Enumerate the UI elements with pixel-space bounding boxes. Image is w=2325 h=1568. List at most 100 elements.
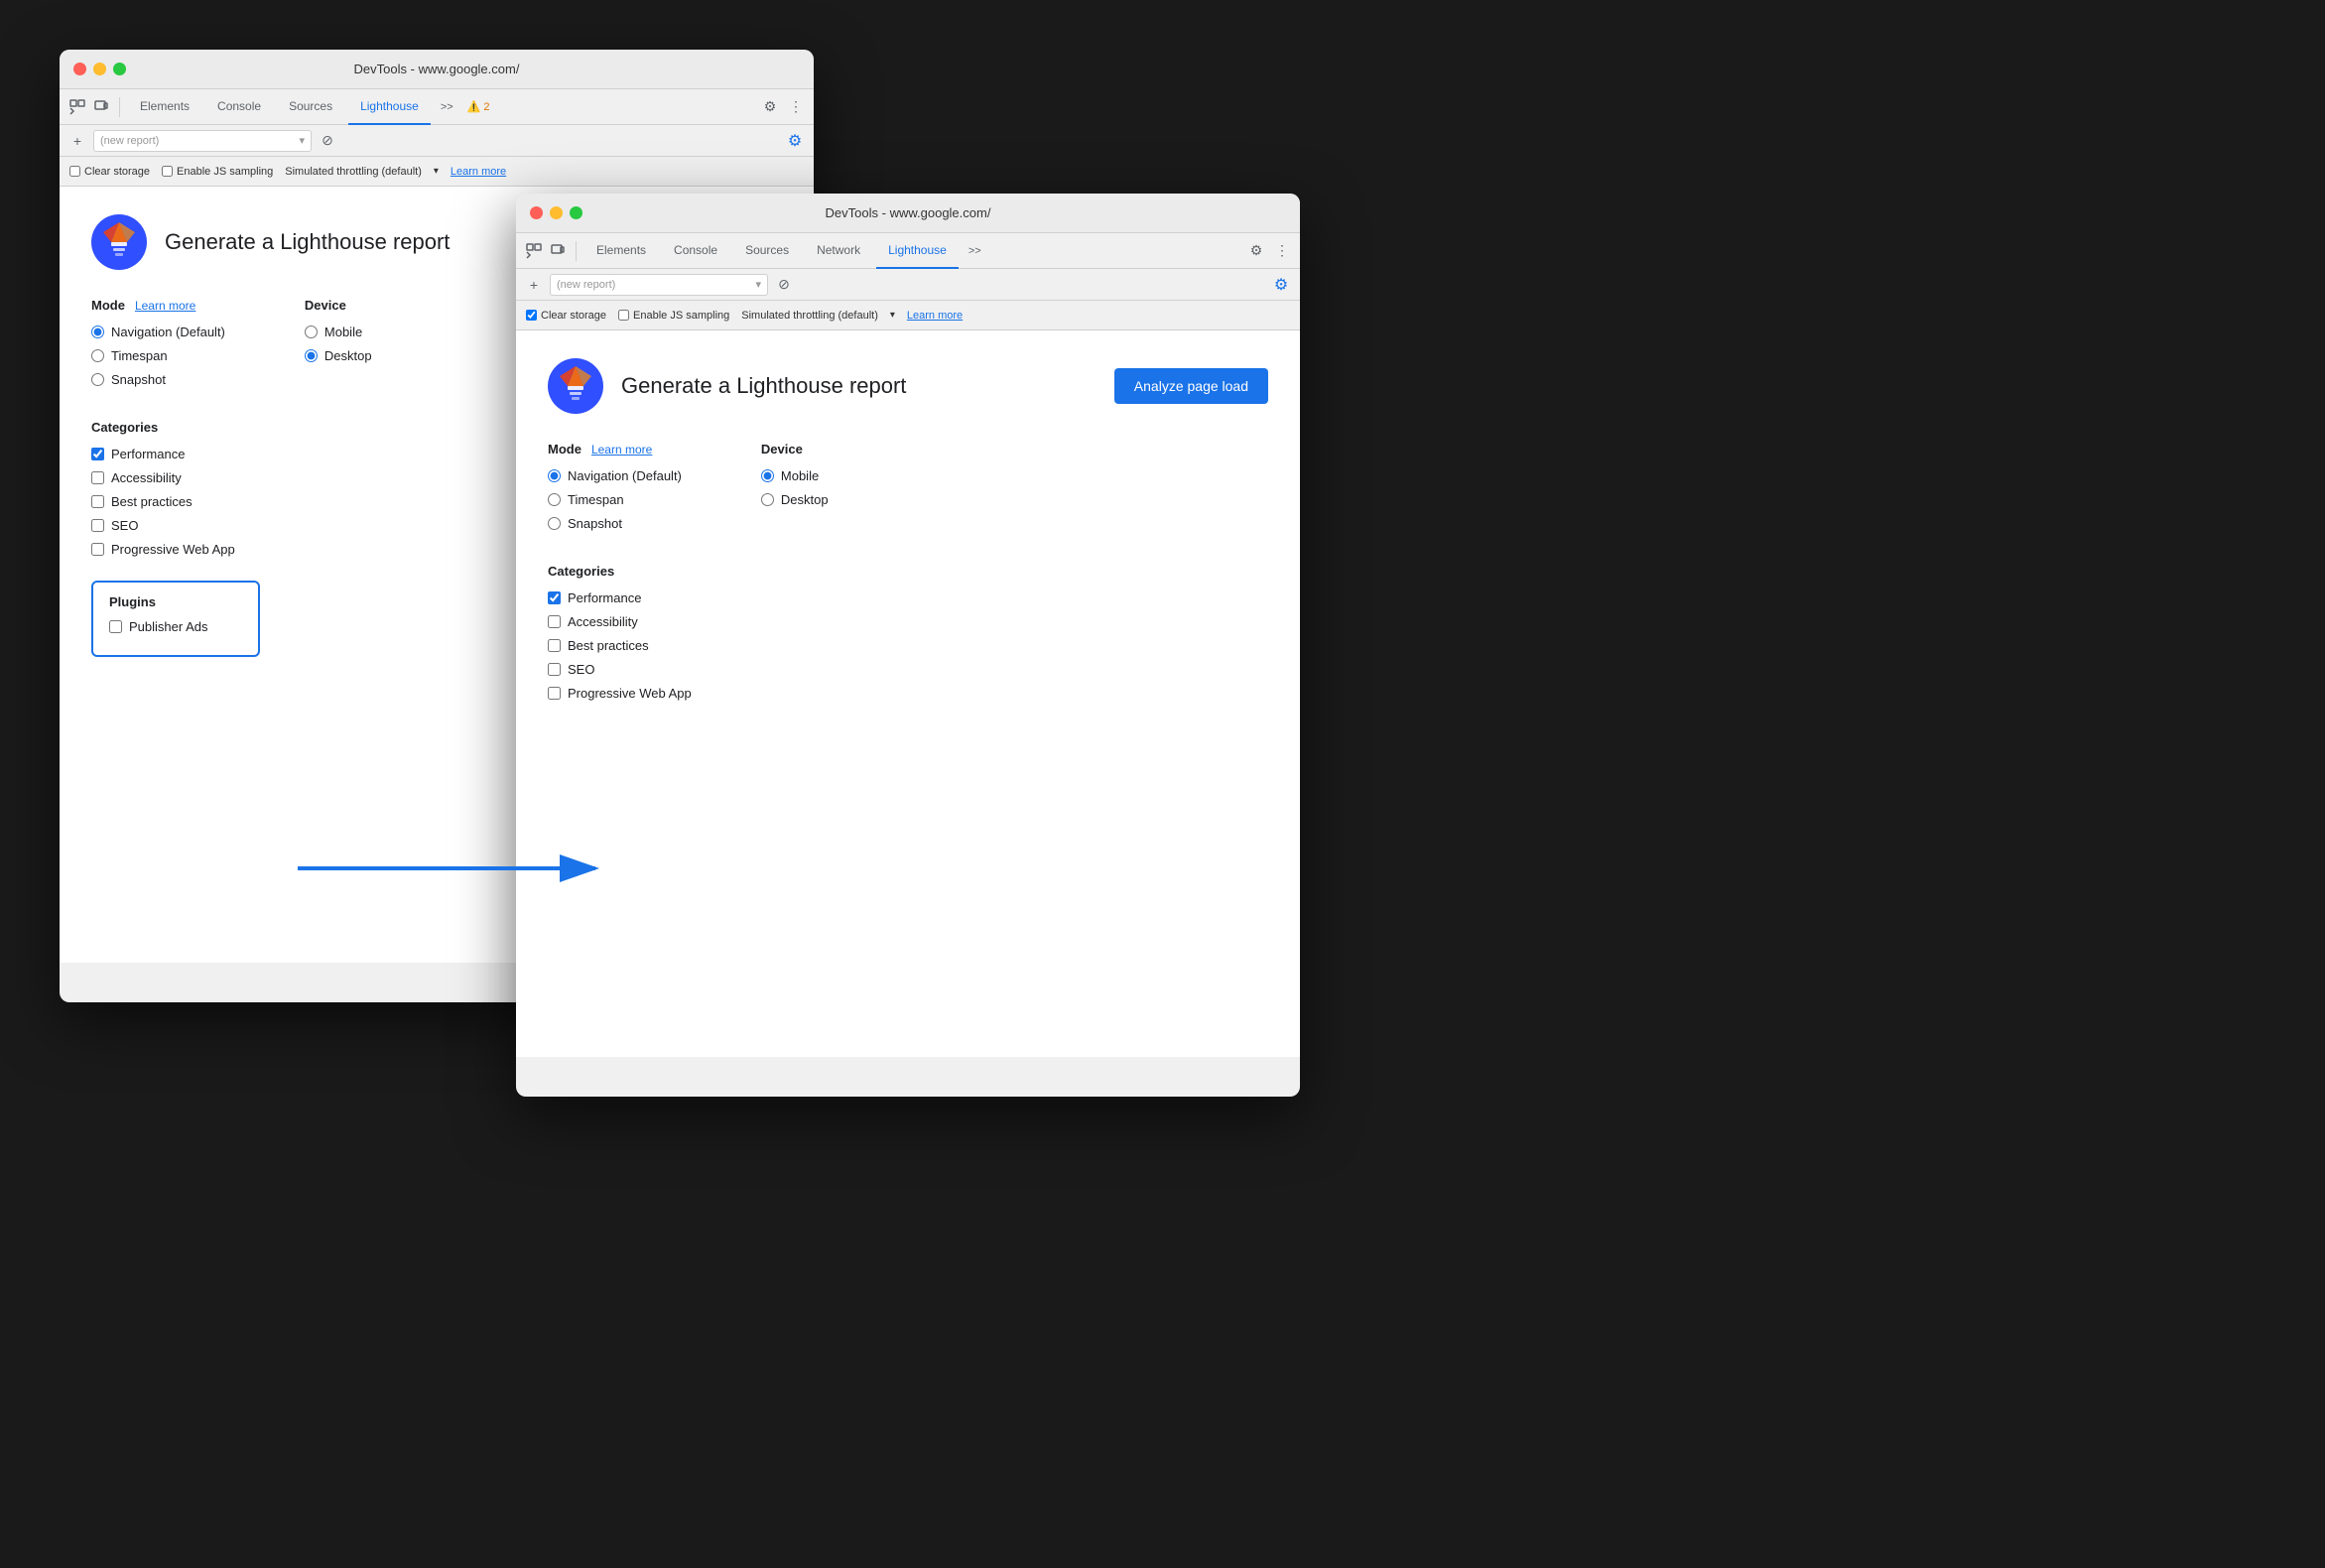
inspect-icon[interactable] (67, 97, 87, 117)
tab-lighthouse-2[interactable]: Lighthouse (876, 233, 959, 269)
analyze-btn-2[interactable]: Analyze page load (1114, 368, 1268, 404)
learn-more-link-2[interactable]: Learn more (907, 310, 963, 322)
new-report-input-1[interactable]: (new report) ▾ (93, 130, 312, 152)
cat-seo-checkbox-2[interactable] (548, 663, 561, 676)
cat-pwa-checkbox-2[interactable] (548, 687, 561, 700)
cat-seo-2[interactable]: SEO (548, 662, 1268, 677)
toolbar-sep-1 (119, 97, 120, 117)
device-desktop-radio-1[interactable] (305, 349, 318, 362)
inspect-icon-2[interactable] (524, 241, 544, 261)
settings-gear-1[interactable]: ⚙ (784, 130, 806, 152)
mode-navigation-2[interactable]: Navigation (Default) (548, 468, 682, 483)
device-icon[interactable] (91, 97, 111, 117)
cat-accessibility-checkbox-1[interactable] (91, 471, 104, 484)
cancel-icon-2[interactable]: ⊘ (774, 275, 794, 295)
cat-accessibility-2[interactable]: Accessibility (548, 614, 1268, 629)
title-bar-1: DevTools - www.google.com/ (60, 50, 814, 89)
plus-icon-2[interactable]: + (524, 275, 544, 295)
categories-section-2: Categories Performance Accessibility Bes… (548, 564, 1268, 701)
device-icon-2[interactable] (548, 241, 568, 261)
throttling-dropdown-2[interactable]: ▾ (890, 310, 895, 321)
js-sampling-label-2[interactable]: Enable JS sampling (618, 310, 729, 322)
cancel-icon-1[interactable]: ⊘ (318, 131, 337, 151)
cat-best-practices-checkbox-1[interactable] (91, 495, 104, 508)
js-sampling-checkbox-1[interactable] (162, 166, 173, 177)
window-title-1: DevTools - www.google.com/ (354, 62, 520, 76)
maximize-button[interactable] (113, 63, 126, 75)
device-mobile-1[interactable]: Mobile (305, 325, 372, 339)
tab-more-2[interactable]: >> (963, 245, 987, 257)
mode-snapshot-radio-1[interactable] (91, 373, 104, 386)
more-icon-1[interactable]: ⋮ (786, 97, 806, 117)
tab-sources-1[interactable]: Sources (277, 89, 344, 125)
minimize-button[interactable] (93, 63, 106, 75)
toolbar-right-2: ⚙ ⋮ (1246, 241, 1292, 261)
throttling-dropdown-1[interactable]: ▾ (434, 166, 439, 177)
device-mobile-radio-1[interactable] (305, 326, 318, 338)
warning-count-1: 2 (483, 101, 489, 113)
config-section-2: Mode Learn more Navigation (Default) Tim… (548, 442, 1268, 540)
close-button[interactable] (73, 63, 86, 75)
mode-col-1: Mode Learn more Navigation (Default) Tim… (91, 298, 225, 396)
plugin-publisher-ads-checkbox-1[interactable] (109, 620, 122, 633)
more-icon-2[interactable]: ⋮ (1272, 241, 1292, 261)
device-desktop-1[interactable]: Desktop (305, 348, 372, 363)
cat-performance-checkbox-2[interactable] (548, 591, 561, 604)
lighthouse-logo-2 (548, 358, 603, 414)
cat-performance-2[interactable]: Performance (548, 590, 1268, 605)
mode-navigation-1[interactable]: Navigation (Default) (91, 325, 225, 339)
cat-best-practices-2[interactable]: Best practices (548, 638, 1268, 653)
mode-learn-more-2[interactable]: Learn more (591, 443, 652, 457)
cat-pwa-checkbox-1[interactable] (91, 543, 104, 556)
generate-title-1: Generate a Lighthouse report (165, 229, 450, 255)
cat-seo-checkbox-1[interactable] (91, 519, 104, 532)
mode-timespan-2[interactable]: Timespan (548, 492, 682, 507)
tab-console-1[interactable]: Console (205, 89, 273, 125)
minimize-button-2[interactable] (550, 206, 563, 219)
settings-icon-1[interactable]: ⚙ (760, 97, 780, 117)
cat-accessibility-checkbox-2[interactable] (548, 615, 561, 628)
cat-performance-checkbox-1[interactable] (91, 448, 104, 460)
tab-lighthouse-1[interactable]: Lighthouse (348, 89, 431, 125)
device-desktop-2[interactable]: Desktop (761, 492, 829, 507)
mode-timespan-radio-2[interactable] (548, 493, 561, 506)
plus-icon-1[interactable]: + (67, 131, 87, 151)
plugin-publisher-ads-1[interactable]: Publisher Ads (109, 619, 242, 634)
settings-icon-2[interactable]: ⚙ (1246, 241, 1266, 261)
clear-storage-checkbox-1[interactable] (69, 166, 80, 177)
mode-snapshot-2[interactable]: Snapshot (548, 516, 682, 531)
mode-timespan-radio-1[interactable] (91, 349, 104, 362)
mode-learn-more-1[interactable]: Learn more (135, 299, 195, 313)
warning-icon-1: ⚠️ (467, 100, 481, 113)
maximize-button-2[interactable] (570, 206, 582, 219)
tab-elements-2[interactable]: Elements (584, 233, 658, 269)
cat-pwa-2[interactable]: Progressive Web App (548, 686, 1268, 701)
tab-sources-2[interactable]: Sources (733, 233, 801, 269)
new-report-input-2[interactable]: (new report) ▾ (550, 274, 768, 296)
mode-timespan-1[interactable]: Timespan (91, 348, 225, 363)
tab-network-2[interactable]: Network (805, 233, 872, 269)
cat-best-practices-checkbox-2[interactable] (548, 639, 561, 652)
learn-more-link-1[interactable]: Learn more (451, 166, 506, 178)
settings-gear-2[interactable]: ⚙ (1270, 274, 1292, 296)
js-sampling-checkbox-2[interactable] (618, 310, 629, 321)
mode-snapshot-radio-2[interactable] (548, 517, 561, 530)
tab-more-1[interactable]: >> (435, 101, 459, 113)
device-desktop-radio-2[interactable] (761, 493, 774, 506)
mode-navigation-radio-2[interactable] (548, 469, 561, 482)
clear-storage-label-2[interactable]: Clear storage (526, 310, 606, 322)
traffic-lights-1 (73, 63, 126, 75)
device-mobile-2[interactable]: Mobile (761, 468, 829, 483)
tab-bar-2: Elements Console Sources Network Lightho… (516, 233, 1300, 269)
chevron-down-icon-1: ▾ (299, 134, 305, 147)
tab-elements-1[interactable]: Elements (128, 89, 201, 125)
clear-storage-label-1[interactable]: Clear storage (69, 166, 150, 178)
mode-snapshot-1[interactable]: Snapshot (91, 372, 225, 387)
tab-console-2[interactable]: Console (662, 233, 729, 269)
mode-navigation-radio-1[interactable] (91, 326, 104, 338)
lighthouse-logo-1 (91, 214, 147, 270)
clear-storage-checkbox-2[interactable] (526, 310, 537, 321)
close-button-2[interactable] (530, 206, 543, 219)
device-mobile-radio-2[interactable] (761, 469, 774, 482)
js-sampling-label-1[interactable]: Enable JS sampling (162, 166, 273, 178)
